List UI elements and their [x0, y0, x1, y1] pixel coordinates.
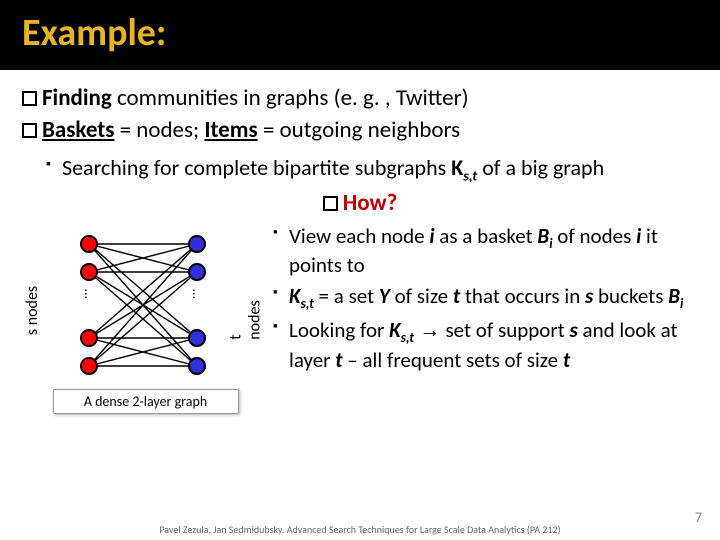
rb-2-Ksub: s,t: [300, 295, 313, 312]
rb-3-t: t: [335, 347, 342, 373]
footer-attribution: Pavel Zezula, Jan Sedmidubsky. Advanced …: [0, 523, 720, 536]
rb-3-t2: t: [563, 347, 570, 373]
checkbox-icon: [323, 196, 338, 211]
t-node: [188, 235, 206, 253]
rb-2a: = a set: [314, 283, 379, 309]
checkbox-icon: [22, 123, 37, 138]
rb-1c: of nodes: [553, 223, 637, 249]
right-axis-label: t nodes: [227, 300, 265, 339]
rb-1a: View each node: [289, 223, 429, 249]
bullet-2: Baskets = nodes; Items = outgoing neighb…: [22, 116, 698, 146]
rb-3a: Looking for: [289, 317, 389, 343]
ellipsis-icon: …: [86, 289, 92, 301]
t-node: [188, 263, 206, 281]
t-node: [188, 357, 206, 375]
diagram-column: s nodes t nodes … … A dense 2-layer grap…: [28, 223, 263, 414]
rb-3: Looking for Ks,t → set of support s and …: [273, 317, 688, 374]
how-label: How?: [323, 189, 398, 217]
rb-2-B: B: [668, 283, 680, 309]
subbullet-1-sub: s,t: [463, 166, 477, 184]
s-node: [80, 357, 98, 375]
rb-2-K: K: [289, 283, 300, 309]
how-row: How?: [22, 189, 698, 217]
bullet-2-mid: = nodes;: [114, 116, 204, 144]
title-bar: Example:: [0, 0, 720, 70]
rb-3b: set of support: [445, 317, 569, 343]
slide-title: Example:: [22, 10, 698, 56]
t-node: [188, 329, 206, 347]
rb-1: View each node i as a basket Bi of nodes…: [273, 223, 688, 280]
subbullet-1-text-b: of a big graph: [477, 154, 604, 181]
arrow-icon: →: [414, 318, 446, 342]
bullet-2-baskets: Baskets: [42, 116, 114, 144]
content-area: Finding communities in graphs (e. g. , T…: [0, 70, 720, 414]
bullet-1: Finding communities in graphs (e. g. , T…: [22, 84, 698, 114]
rb-2d: buckets: [593, 283, 668, 309]
rb-1-B: B: [537, 223, 549, 249]
diagram-caption: A dense 2-layer graph: [53, 389, 239, 414]
bullet-2-items: Items: [204, 116, 257, 144]
rb-3-Ksub: s,t: [401, 329, 414, 346]
rb-3d: – all frequent sets of size: [343, 347, 563, 373]
page-number: 7: [695, 509, 702, 526]
rb-2c: that occurs in: [460, 283, 585, 309]
rb-2b: of size: [390, 283, 453, 309]
rb-2: Ks,t = a set Y of size t that occurs in …: [273, 283, 688, 313]
rb-3-K: K: [389, 317, 400, 343]
s-node: [80, 235, 98, 253]
s-node: [80, 329, 98, 347]
bullet-1-bold: Finding: [42, 84, 112, 112]
checkbox-icon: [22, 91, 37, 106]
how-text: How?: [343, 189, 398, 217]
subbullet-1-text-a: Searching for complete bipartite subgrap…: [62, 154, 451, 181]
bullet-2-rest: = outgoing neighbors: [258, 116, 461, 144]
rb-3-s: s: [570, 317, 578, 343]
subbullet-1-K: K: [451, 154, 463, 181]
bipartite-diagram: s nodes t nodes … …: [28, 223, 263, 383]
s-node: [80, 263, 98, 281]
lower-row: s nodes t nodes … … A dense 2-layer grap…: [22, 223, 698, 414]
left-axis-label: s nodes: [23, 286, 42, 335]
ellipsis-icon: …: [194, 289, 200, 301]
rb-2-Bsub: i: [680, 295, 683, 312]
rb-2-Y: Y: [379, 283, 390, 309]
bullet-1-rest: communities in graphs (e. g. , Twitter): [112, 84, 469, 112]
rb-1b: as a basket: [435, 223, 538, 249]
subbullet-1: Searching for complete bipartite subgrap…: [46, 154, 698, 185]
right-bullets: View each node i as a basket Bi of nodes…: [273, 223, 688, 378]
